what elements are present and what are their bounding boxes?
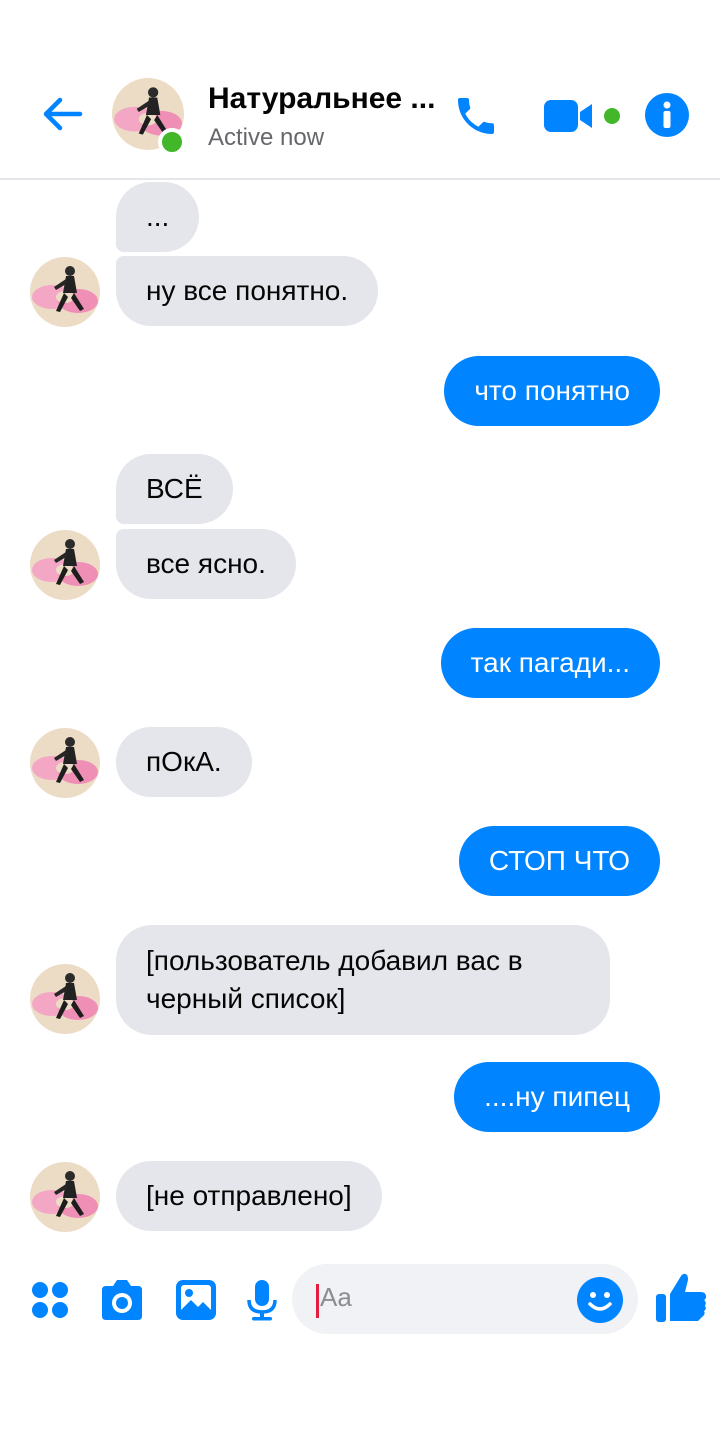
message-incoming[interactable]: [не отправлено] bbox=[116, 1161, 382, 1231]
message-incoming[interactable]: ну все понятно. bbox=[116, 256, 379, 326]
message-outgoing[interactable]: СТОП ЧТО bbox=[458, 826, 660, 896]
voice-call-button[interactable] bbox=[448, 88, 504, 144]
composer-bar: Aa bbox=[0, 1262, 720, 1338]
message-incoming[interactable]: пОкА. bbox=[116, 727, 252, 797]
sender-avatar[interactable] bbox=[30, 530, 100, 600]
emoji-button[interactable] bbox=[576, 1276, 624, 1324]
active-status: Active now bbox=[208, 124, 325, 151]
microphone-icon bbox=[247, 1280, 277, 1321]
message-outgoing[interactable]: что понятно bbox=[444, 356, 660, 426]
info-icon bbox=[645, 93, 689, 137]
gallery-icon bbox=[176, 1280, 216, 1320]
camera-icon bbox=[102, 1280, 142, 1320]
phone-icon bbox=[458, 98, 494, 134]
back-button[interactable] bbox=[36, 88, 88, 140]
thumbs-up-icon bbox=[656, 1273, 706, 1322]
voice-message-button[interactable] bbox=[238, 1276, 286, 1324]
message-incoming[interactable]: ВСЁ bbox=[116, 454, 233, 524]
message-incoming[interactable]: все ясно. bbox=[116, 529, 296, 599]
message-incoming[interactable]: ... bbox=[116, 182, 200, 252]
like-button[interactable] bbox=[654, 1270, 710, 1326]
sender-avatar[interactable] bbox=[30, 964, 100, 1034]
video-call-button[interactable] bbox=[542, 94, 602, 138]
sender-avatar[interactable] bbox=[30, 728, 100, 798]
online-indicator bbox=[158, 128, 186, 156]
back-arrow-icon bbox=[43, 97, 83, 131]
gallery-button[interactable] bbox=[172, 1276, 220, 1324]
apps-icon bbox=[32, 1282, 68, 1318]
sender-avatar[interactable] bbox=[30, 1162, 100, 1232]
message-incoming[interactable]: [пользователь добавил вас в черный списо… bbox=[116, 925, 610, 1035]
video-active-dot bbox=[604, 108, 620, 124]
apps-button[interactable] bbox=[26, 1276, 74, 1324]
conversation-header: Натуральнее ... Active now bbox=[0, 0, 720, 180]
sender-avatar[interactable] bbox=[30, 257, 100, 327]
message-outgoing[interactable]: так пагади... bbox=[440, 628, 660, 698]
info-button[interactable] bbox=[644, 92, 690, 138]
video-camera-icon bbox=[544, 100, 592, 132]
message-input[interactable]: Aa bbox=[292, 1264, 638, 1334]
input-placeholder: Aa bbox=[320, 1282, 352, 1312]
text-caret bbox=[316, 1284, 319, 1318]
smiley-icon bbox=[577, 1277, 623, 1323]
camera-button[interactable] bbox=[98, 1276, 146, 1324]
contact-name[interactable]: Натуральнее ... bbox=[208, 82, 438, 116]
message-outgoing[interactable]: ....ну пипец bbox=[454, 1062, 660, 1132]
